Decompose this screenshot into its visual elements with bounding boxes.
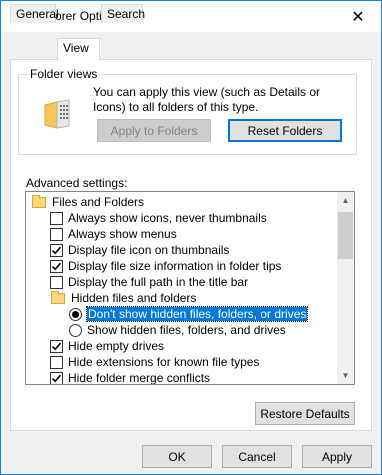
advanced-setting-row[interactable]: Display file icon on thumbnails [50,242,229,258]
advanced-setting-row[interactable]: Display file size information in folder … [50,258,281,274]
file-explorer-options-dialog: File Explorer Options ✕ General View Sea… [0,0,382,475]
advanced-setting-label: Always show menus [68,227,177,241]
advanced-setting-label: Show hidden files, folders, and drives [87,323,286,337]
folder-views-description: You can apply this view (such as Details… [93,85,321,114]
tab-search-label: Search [107,7,146,21]
advanced-setting-label: Hide empty drives [68,339,165,353]
ok-button[interactable]: OK [142,445,212,468]
advanced-setting-row[interactable]: Files and Folders [32,194,144,210]
reset-folders-button[interactable]: Reset Folders [228,119,342,142]
checkbox-checked[interactable] [50,259,63,273]
advanced-setting-label: Files and Folders [52,195,145,209]
tab-general[interactable]: General [10,4,59,23]
checkbox-checked[interactable] [50,339,63,353]
tab-search[interactable]: Search [101,4,146,23]
advanced-setting-label: Don't show hidden files, folders, or dri… [85,306,309,322]
scroll-down-icon[interactable]: ▼ [337,367,354,384]
cancel-button[interactable]: Cancel [222,445,292,468]
advanced-setting-row[interactable]: Hide empty drives [50,338,164,354]
checkbox-unchecked[interactable] [50,227,63,241]
checkbox-unchecked[interactable] [50,211,63,225]
advanced-settings-list[interactable]: Files and Folders Always show icons, neve… [25,191,355,385]
advanced-setting-row[interactable]: Always show icons, never thumbnails [50,210,267,226]
advanced-setting-row[interactable]: Don't show hidden files, folders, or dri… [69,306,309,322]
advanced-setting-label: Hide folder merge conflicts [68,371,211,385]
restore-defaults-label: Restore Defaults [260,406,350,421]
apply-button[interactable]: Apply [302,445,372,468]
scrollbar-thumb[interactable] [338,212,353,259]
checkbox-unchecked[interactable] [50,275,63,289]
advanced-setting-label: Display file size information in folder … [68,259,282,273]
radio-unselected[interactable] [69,323,82,337]
advanced-setting-row[interactable]: Display the full path in the title bar [50,274,248,290]
apply-label: Apply [321,449,353,464]
tab-view-label: View [63,41,89,55]
advanced-setting-row[interactable]: Hide extensions for known file types [50,354,259,370]
advanced-settings-label: Advanced settings: [26,176,128,190]
checkbox-checked[interactable] [50,371,63,384]
tab-general-label: General [16,7,59,21]
reset-folders-label: Reset Folders [247,123,323,138]
advanced-setting-label: Hidden files and folders [71,291,197,305]
folder-views-legend: Folder views [28,67,100,81]
tab-view[interactable]: View [57,38,100,61]
advanced-setting-label: Hide extensions for known file types [68,355,260,369]
radio-selected[interactable] [69,307,82,321]
scroll-up-icon[interactable]: ▲ [337,192,354,209]
folder-icon [51,290,65,304]
apply-to-folders-label: Apply to Folders [110,123,198,138]
advanced-setting-row[interactable]: Hidden files and folders [51,290,196,306]
restore-defaults-button[interactable]: Restore Defaults [255,402,355,425]
advanced-settings-scrollbar[interactable]: ▲ ▼ [337,192,354,384]
checkbox-checked[interactable] [50,243,63,257]
advanced-setting-label: Always show icons, never thumbnails [68,211,267,225]
cancel-label: Cancel [238,449,276,464]
advanced-setting-label: Display file icon on thumbnails [68,243,230,257]
checkbox-unchecked[interactable] [50,355,63,369]
apply-to-folders-button[interactable]: Apply to Folders [97,119,211,142]
advanced-setting-label: Display the full path in the title bar [68,275,249,289]
folder-views-icon [44,99,70,129]
ok-label: OK [168,449,186,464]
close-icon[interactable]: ✕ [335,1,381,32]
advanced-setting-row[interactable]: Hide folder merge conflicts [50,370,211,385]
advanced-setting-row[interactable]: Show hidden files, folders, and drives [69,322,286,338]
folder-icon [32,194,46,208]
advanced-setting-row[interactable]: Always show menus [50,226,177,242]
